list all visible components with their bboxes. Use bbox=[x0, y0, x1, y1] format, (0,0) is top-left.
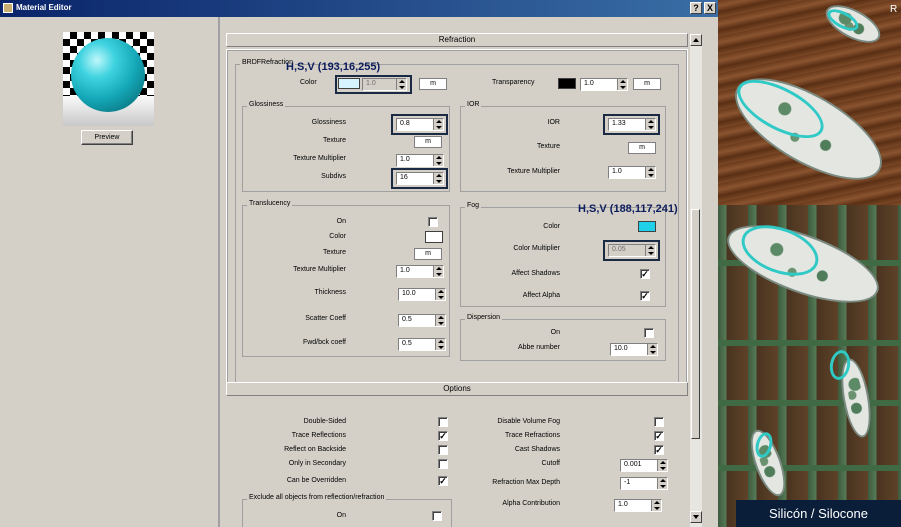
ior-texmult-spinner[interactable]: 1.0 bbox=[608, 166, 656, 179]
translucency-texmult-spinner[interactable]: 1.0 bbox=[396, 265, 444, 278]
subdivs-label: Subdivs bbox=[321, 173, 346, 180]
glossiness-label: Glossiness bbox=[311, 119, 346, 126]
refraction-rollout-header[interactable]: Refraction bbox=[226, 33, 688, 47]
translucency-group: Translucency bbox=[242, 200, 450, 357]
ior-texmult-label: Texture Multiplier bbox=[507, 168, 560, 175]
help-button[interactable]: ? bbox=[690, 2, 702, 14]
can-be-overridden-checkbox[interactable]: ✓ bbox=[438, 476, 448, 486]
cutoff-label: Cutoff bbox=[541, 460, 560, 467]
reflect-on-backside-checkbox[interactable] bbox=[438, 445, 448, 455]
option-label: Only in Secondary bbox=[288, 460, 346, 467]
glossiness-texmult-spinner[interactable]: 1.0 bbox=[396, 154, 444, 167]
render-caption: Silicón / Silocone bbox=[736, 500, 901, 527]
fog-hsv-annotation: H,S,V (188,117,241) bbox=[578, 203, 678, 215]
option-label: Reflect on Backside bbox=[284, 446, 346, 453]
scatter-coeff-spinner[interactable]: 0.5 bbox=[398, 314, 446, 327]
trace-reflections-checkbox[interactable]: ✓ bbox=[438, 431, 448, 441]
cutoff-spinner[interactable]: 0.001 bbox=[620, 459, 668, 472]
vertical-scrollbar[interactable] bbox=[690, 34, 702, 527]
render-marker: R bbox=[890, 4, 898, 15]
title-bar: Material Editor ? X bbox=[0, 0, 718, 17]
transparency-label: Transparency bbox=[492, 79, 535, 86]
translucency-on-label: On bbox=[336, 218, 346, 225]
ior-texture-map-button[interactable]: m bbox=[628, 142, 656, 154]
fog-color-label: Color bbox=[543, 223, 560, 230]
close-button[interactable]: X bbox=[704, 2, 716, 14]
trace-refractions-checkbox[interactable]: ✓ bbox=[654, 431, 664, 441]
exclude-on-label: On bbox=[336, 512, 346, 519]
refraction-max-depth-label: Refraction Max Depth bbox=[492, 479, 560, 486]
scroll-down-icon[interactable] bbox=[690, 511, 702, 523]
double-sided-checkbox[interactable] bbox=[438, 417, 448, 427]
preview-sphere bbox=[71, 38, 145, 112]
translucency-texmult-label: Texture Multiplier bbox=[293, 266, 346, 273]
fwd-bck-coeff-label: Fwd/bck coeff bbox=[302, 339, 346, 346]
glossiness-highlight-box bbox=[391, 114, 448, 135]
glossiness-texture-map-button[interactable]: m bbox=[414, 136, 442, 148]
glossiness-texture-label: Texture bbox=[323, 137, 346, 144]
ior-texture-label: Texture bbox=[537, 143, 560, 150]
render-preview-image bbox=[718, 0, 901, 527]
scroll-up-icon[interactable] bbox=[690, 34, 702, 46]
abbe-number-spinner[interactable]: 10.0 bbox=[610, 343, 658, 356]
option-label: Disable Volume Fog bbox=[497, 418, 560, 425]
fwd-bck-coeff-spinner[interactable]: 0.5 bbox=[398, 338, 446, 351]
transparency-map-button[interactable]: m bbox=[633, 78, 661, 90]
preview-pane: Preview bbox=[0, 17, 218, 527]
transparency-spinner[interactable]: 1.0 bbox=[580, 78, 628, 91]
dispersion-on-label: On bbox=[550, 329, 560, 336]
refraction-max-depth-spinner[interactable]: -1 bbox=[620, 477, 668, 490]
translucency-group-label: Translucency bbox=[247, 200, 293, 207]
only-in-secondary-checkbox[interactable] bbox=[438, 459, 448, 469]
ior-highlight-box bbox=[603, 114, 660, 135]
glossiness-group-label: Glossiness bbox=[247, 101, 286, 108]
translucency-color-swatch[interactable] bbox=[425, 231, 443, 243]
color-label: Color bbox=[300, 79, 317, 86]
dispersion-on-checkbox[interactable] bbox=[644, 328, 654, 338]
material-parameters-panel: Refraction BRDFRefraction Color 1.0 m Tr… bbox=[218, 17, 718, 527]
affect-alpha-checkbox[interactable]: ✓ bbox=[640, 291, 650, 301]
fog-group-label: Fog bbox=[465, 202, 482, 209]
translucency-texture-label: Texture bbox=[323, 249, 346, 256]
option-label: Trace Reflections bbox=[291, 432, 346, 439]
options-rollout-header[interactable]: Options bbox=[226, 382, 688, 396]
exclude-on-checkbox[interactable] bbox=[432, 511, 442, 521]
ior-group-label: IOR bbox=[465, 101, 482, 108]
translucency-texture-map-button[interactable]: m bbox=[414, 248, 442, 260]
window-title: Material Editor bbox=[16, 3, 72, 12]
color-hsv-annotation: H,S,V (193,16,255) bbox=[286, 61, 381, 73]
fog-multiplier-highlight-box bbox=[603, 240, 660, 261]
thickness-label: Thickness bbox=[314, 289, 346, 296]
disable-volume-fog-checkbox[interactable] bbox=[654, 417, 664, 427]
transparency-swatch[interactable] bbox=[558, 78, 576, 89]
dispersion-group-label: Dispersion bbox=[465, 314, 503, 321]
material-preview-image bbox=[63, 32, 154, 126]
option-label: Can be Overridden bbox=[286, 477, 346, 484]
abbe-number-label: Abbe number bbox=[517, 344, 560, 351]
scroll-thumb[interactable] bbox=[691, 209, 700, 439]
color-highlight-box bbox=[335, 75, 412, 94]
alpha-contribution-label: Alpha Contribution bbox=[502, 500, 560, 507]
affect-alpha-label: Affect Alpha bbox=[522, 292, 560, 299]
glossiness-texmult-label: Texture Multiplier bbox=[293, 155, 346, 162]
option-label: Cast Shadows bbox=[514, 446, 560, 453]
refraction-color-map-button[interactable]: m bbox=[419, 78, 447, 90]
ior-label: IOR bbox=[547, 119, 560, 126]
scatter-coeff-label: Scatter Coeff bbox=[305, 315, 346, 322]
exclude-objects-group-label: Exclude all objects from reflection/refr… bbox=[247, 494, 387, 501]
alpha-contribution-spinner[interactable]: 1.0 bbox=[614, 499, 662, 512]
translucency-color-label: Color bbox=[329, 233, 346, 240]
thickness-spinner[interactable]: 10.0 bbox=[398, 288, 446, 301]
translucency-on-checkbox[interactable] bbox=[428, 217, 438, 227]
preview-button[interactable]: Preview bbox=[81, 130, 133, 145]
option-label: Double-Sided bbox=[303, 418, 346, 425]
subdivs-highlight-box bbox=[391, 168, 448, 189]
fog-multiplier-label: Color Multiplier bbox=[513, 245, 560, 252]
affect-shadows-checkbox[interactable]: ✓ bbox=[640, 269, 650, 279]
app-icon bbox=[3, 3, 13, 13]
cast-shadows-checkbox[interactable]: ✓ bbox=[654, 445, 664, 455]
fog-color-swatch[interactable] bbox=[638, 221, 656, 232]
option-label: Trace Refractions bbox=[505, 432, 560, 439]
affect-shadows-label: Affect Shadows bbox=[511, 270, 560, 277]
